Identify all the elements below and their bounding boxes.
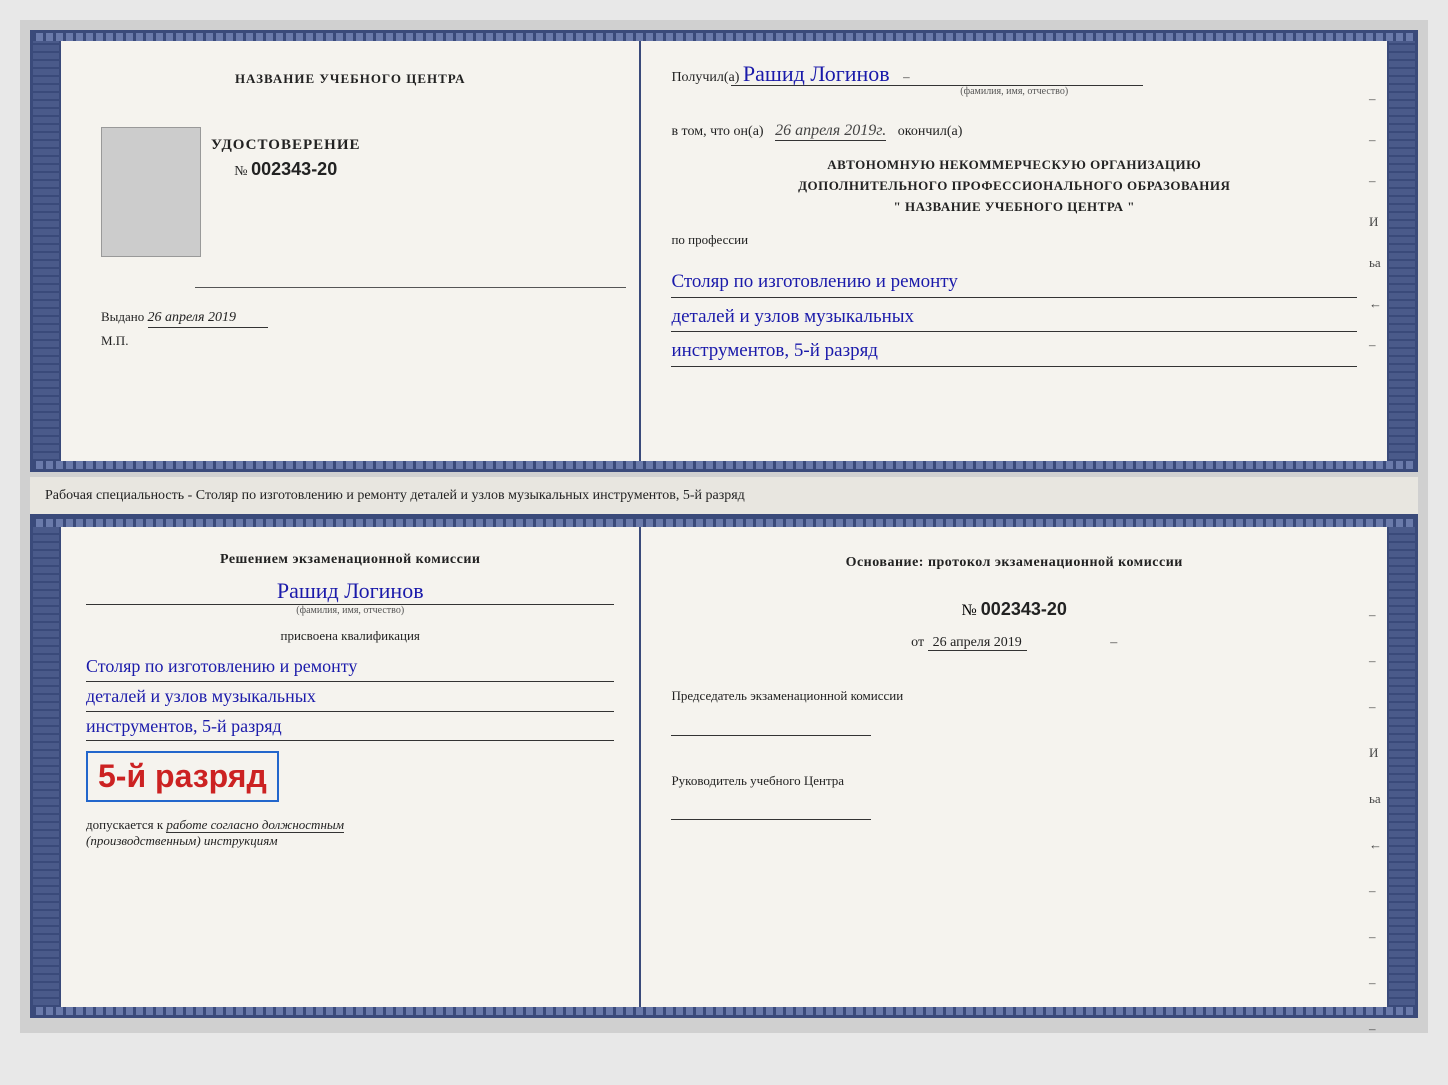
recipient-name-bottom: Рашид Логинов bbox=[86, 578, 614, 605]
spine-right-bottom bbox=[1387, 527, 1415, 1007]
org-block: АВТОНОМНУЮ НЕКОММЕРЧЕСКУЮ ОРГАНИЗАЦИЮ ДО… bbox=[671, 155, 1357, 217]
po-professii-label: по профессии bbox=[671, 232, 748, 247]
specialty-text-bar: Рабочая специальность - Столяр по изгото… bbox=[30, 477, 1418, 516]
specialty-label: Рабочая специальность - Столяр по изгото… bbox=[45, 488, 745, 503]
predsedatel-block: Председатель экзаменационной комиссии bbox=[671, 686, 1357, 736]
right-marks-top: – – – И ьа ← – bbox=[1369, 91, 1382, 353]
rukovoditel-sig-line bbox=[671, 795, 871, 820]
org-line2: ДОПОЛНИТЕЛЬНОГО ПРОФЕССИОНАЛЬНОГО ОБРАЗО… bbox=[671, 176, 1357, 197]
org-line1: АВТОНОМНУЮ НЕКОММЕРЧЕСКУЮ ОРГАНИЗАЦИЮ bbox=[671, 155, 1357, 176]
po-professii: по профессии bbox=[671, 232, 1357, 248]
vtom-line: в том, что он(а) 26 апреля 2019г. окончи… bbox=[671, 122, 1357, 140]
top-cert-left-panel: НАЗВАНИЕ УЧЕБНОГО ЦЕНТРА УДОСТОВЕРЕНИЕ №… bbox=[61, 41, 641, 461]
vydano-line: Выдано 26 апреля 2019 bbox=[101, 309, 268, 328]
org-line3: " НАЗВАНИЕ УЧЕБНОГО ЦЕНТРА " bbox=[671, 197, 1357, 218]
bottom-cert-inner: Решением экзаменационной комиссии Рашид … bbox=[33, 527, 1415, 1007]
profession-block-top: Столяр по изготовлению и ремонту деталей… bbox=[671, 263, 1357, 367]
spine-right-top bbox=[1387, 41, 1415, 461]
spine-left-bottom bbox=[33, 527, 61, 1007]
divider-left-top bbox=[195, 287, 626, 288]
cert-number-top: 002343-20 bbox=[251, 159, 337, 179]
spine-left bbox=[33, 41, 61, 461]
udostoverenie-title: УДОСТОВЕРЕНИЕ bbox=[211, 137, 361, 154]
completion-date-top: 26 апреля 2019г. bbox=[775, 122, 886, 141]
dopuskaetsya-prefix: допускается к bbox=[86, 817, 163, 832]
dopuskaetsya-text: работе согласно должностным bbox=[166, 817, 344, 833]
protokol-number-block: № 002343-20 bbox=[671, 599, 1357, 620]
rukovoditel-block: Руководитель учебного Центра bbox=[671, 771, 1357, 821]
protokol-number: 002343-20 bbox=[981, 599, 1067, 619]
fio-subtitle-top: (фамилия, имя, отчество) bbox=[671, 86, 1357, 97]
ot-date-line: от 26 апреля 2019 – bbox=[671, 635, 1357, 651]
qualification-line1: Столяр по изготовлению и ремонту bbox=[86, 652, 614, 682]
qualification-line3: инструментов, 5-й разряд bbox=[86, 712, 614, 742]
ot-prefix: от bbox=[911, 635, 924, 650]
udostoverenie-block: УДОСТОВЕРЕНИЕ № 002343-20 bbox=[211, 137, 361, 180]
poluchil-line: Получил(а) Рашид Логинов – (фамилия, имя… bbox=[671, 61, 1357, 97]
profession-line3-top: инструментов, 5-й разряд bbox=[671, 337, 1357, 367]
page-wrapper: НАЗВАНИЕ УЧЕБНОГО ЦЕНТРА УДОСТОВЕРЕНИЕ №… bbox=[20, 20, 1428, 1033]
osnovanie-title: Основание: протокол экзаменационной коми… bbox=[671, 552, 1357, 574]
rukovoditel-title: Руководитель учебного Центра bbox=[671, 771, 1357, 791]
top-cert-inner: НАЗВАНИЕ УЧЕБНОГО ЦЕНТРА УДОСТОВЕРЕНИЕ №… bbox=[33, 41, 1415, 461]
top-cert-right-panel: Получил(а) Рашид Логинов – (фамилия, имя… bbox=[641, 41, 1387, 461]
dopuskaetsya-line: допускается к работе согласно должностны… bbox=[86, 817, 614, 833]
predsedatel-title: Председатель экзаменационной комиссии bbox=[671, 686, 1357, 706]
bottom-border-pattern-bottom bbox=[33, 1007, 1415, 1015]
top-certificate: НАЗВАНИЕ УЧЕБНОГО ЦЕНТРА УДОСТОВЕРЕНИЕ №… bbox=[30, 30, 1418, 472]
number-prefix-bottom: № bbox=[962, 602, 977, 619]
profession-line1-top: Столяр по изготовлению и ремонту bbox=[671, 268, 1357, 298]
photo-placeholder bbox=[101, 127, 201, 257]
prisvoena-text: присвоена квалификация bbox=[86, 628, 614, 644]
poluchil-label: Получил(а) bbox=[671, 70, 739, 85]
razryad-display: 5-й разряд bbox=[98, 758, 267, 795]
vtom-label: в том, что он(а) bbox=[671, 124, 763, 139]
bottom-certificate: Решением экзаменационной комиссии Рашид … bbox=[30, 516, 1418, 1018]
dopuskaetsya-text2: (производственным) инструкциям bbox=[86, 833, 614, 849]
number-prefix-top: № bbox=[234, 164, 247, 179]
okonchil-label: окончил(а) bbox=[898, 124, 963, 139]
vydano-date: 26 апреля 2019 bbox=[148, 310, 268, 328]
vydano-label: Выдано bbox=[101, 309, 144, 324]
mp-label: М.П. bbox=[101, 333, 128, 349]
top-border-pattern-bottom bbox=[33, 519, 1415, 527]
profession-line2-top: деталей и узлов музыкальных bbox=[671, 303, 1357, 333]
qualification-line2: деталей и узлов музыкальных bbox=[86, 682, 614, 712]
razryad-box: 5-й разряд bbox=[86, 751, 279, 802]
predsedatel-sig-line bbox=[671, 711, 871, 736]
bottom-cert-right-panel: Основание: протокол экзаменационной коми… bbox=[641, 527, 1387, 1007]
recipient-name-top: Рашид Логинов bbox=[743, 61, 890, 86]
right-marks-bottom: – – – И ьа ← – – – – bbox=[1369, 607, 1382, 1037]
school-name-top: НАЗВАНИЕ УЧЕБНОГО ЦЕНТРА bbox=[235, 71, 466, 87]
resheniem-title: Решением экзаменационной комиссии bbox=[86, 552, 614, 568]
bottom-cert-left-panel: Решением экзаменационной комиссии Рашид … bbox=[61, 527, 641, 1007]
top-border-pattern bbox=[33, 33, 1415, 41]
fio-subtitle-bottom: (фамилия, имя, отчество) bbox=[86, 605, 614, 616]
ot-date: 26 апреля 2019 bbox=[928, 635, 1027, 651]
bottom-border-pattern-top bbox=[33, 461, 1415, 469]
